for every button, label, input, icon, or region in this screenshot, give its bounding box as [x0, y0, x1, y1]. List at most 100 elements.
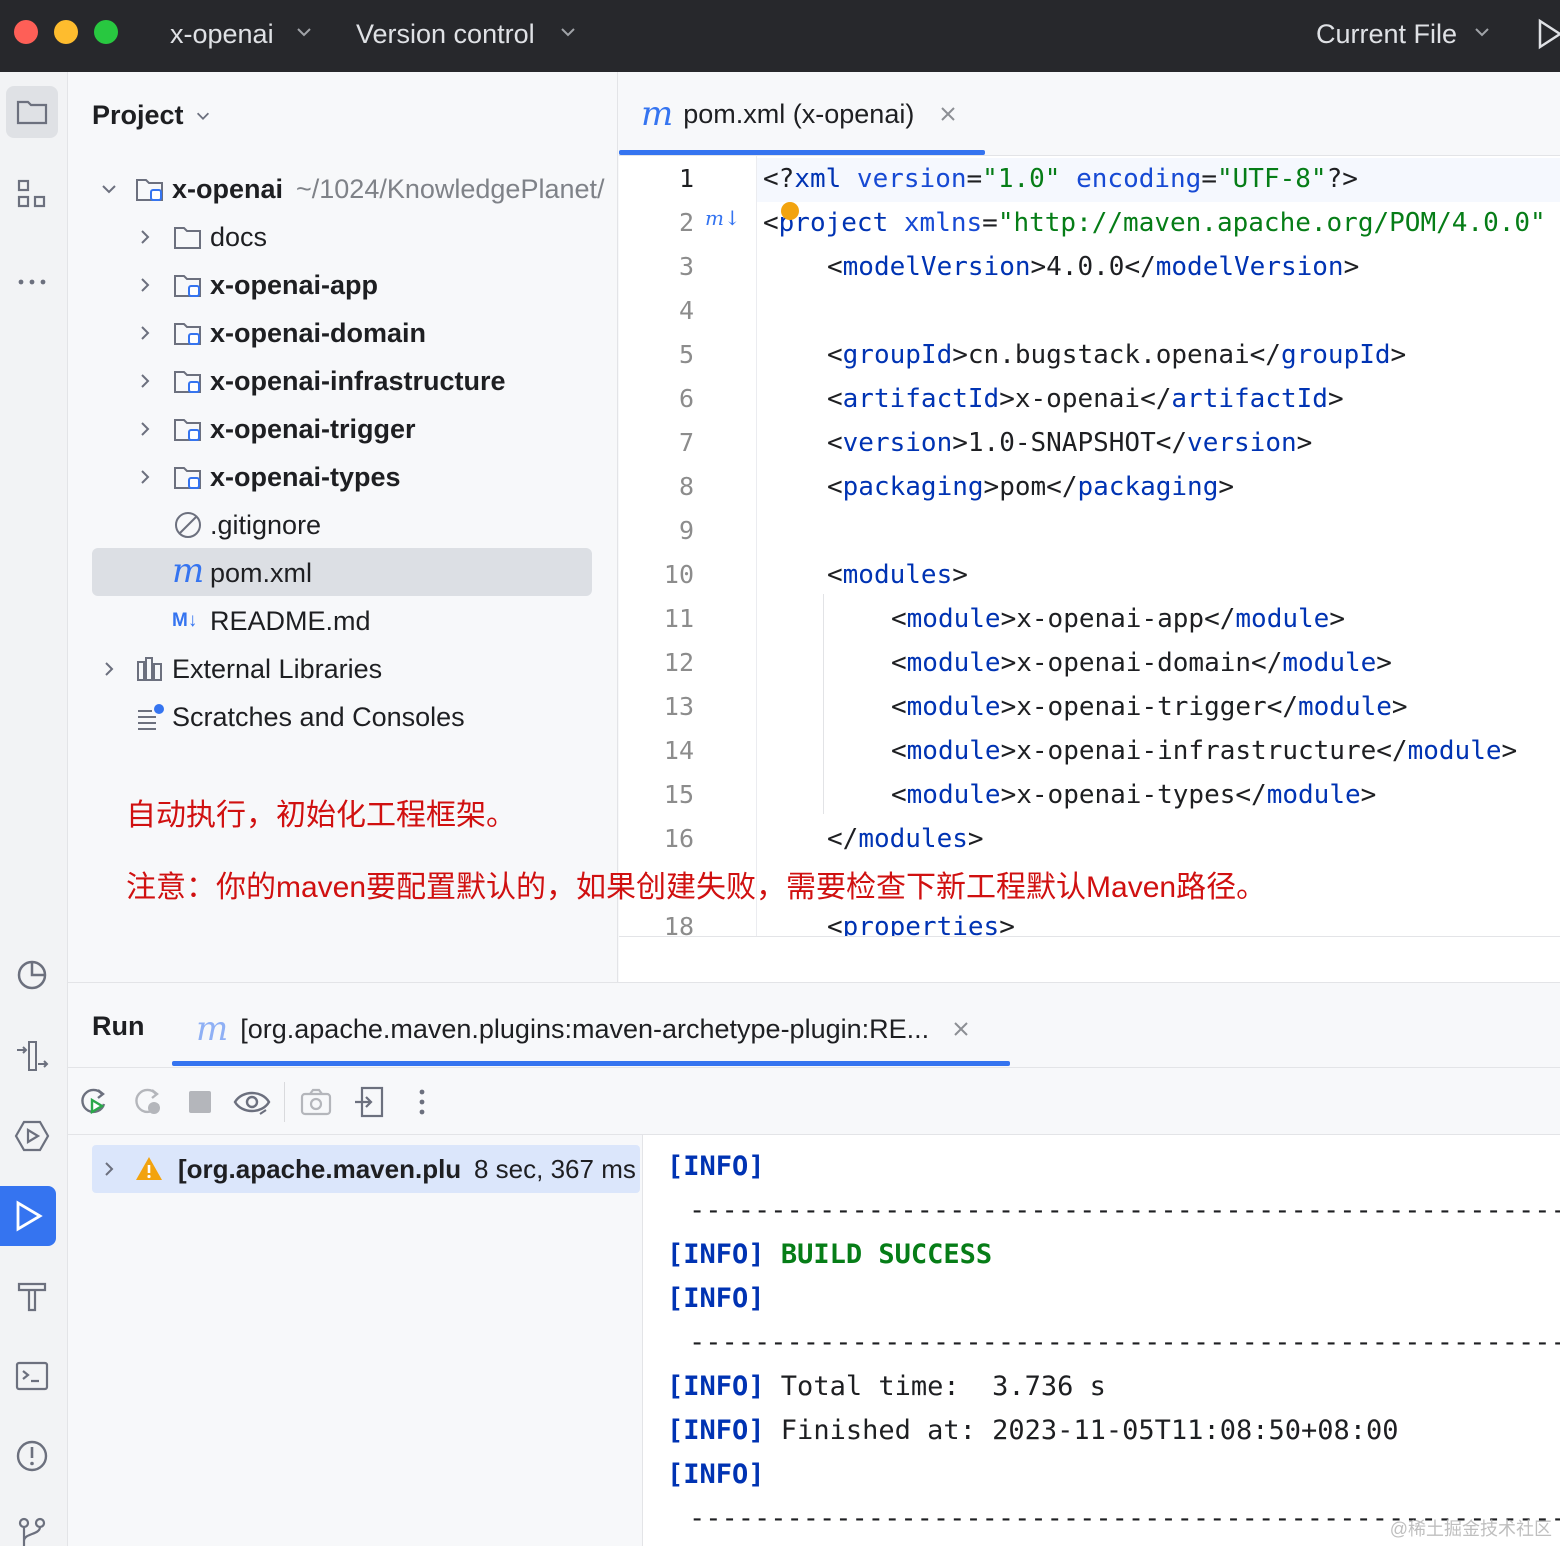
code-line-11: <module>x-openai-app</module>	[891, 604, 1345, 634]
tree-item-x-openai-trigger[interactable]: x-openai-trigger	[68, 405, 618, 453]
watermark: @稀土掘金技术社区	[1389, 1519, 1552, 1539]
tree-item-label: docs	[210, 221, 268, 252]
close-icon[interactable]	[938, 104, 958, 124]
build-tool-button[interactable]	[6, 1270, 58, 1322]
chevron-down-icon	[1475, 28, 1489, 37]
annotation-note-1: 自动执行，初始化工程框架。	[126, 799, 516, 832]
maven-gutter-icon[interactable]: m↓	[705, 206, 741, 230]
tree-item-x-openai-infrastructure[interactable]: x-openai-infrastructure	[68, 357, 618, 405]
line-number: 2	[678, 208, 694, 237]
tree-item-label: x-openai-app	[210, 269, 379, 300]
maven-icon: m	[641, 94, 674, 134]
editor-bottom-border	[619, 936, 1560, 937]
console-line: [INFO]	[667, 1459, 765, 1490]
project-panel: Project x-openai ~/1024/KnowledgePlanet/…	[68, 72, 618, 982]
profiler-tool-button[interactable]	[6, 948, 58, 1000]
annotation-note-2: 注意：你的maven要配置默认的，如果创建失败，需要检查下新工程默认Maven路…	[126, 871, 1267, 904]
run-tab[interactable]: m [org.apache.maven.plugins:maven-archet…	[196, 1009, 971, 1049]
tree-item-x-openai-types[interactable]: x-openai-types	[68, 453, 618, 501]
endpoints-icon	[17, 1041, 49, 1071]
code-line-6: <artifactId>x-openai</artifactId>	[827, 384, 1344, 414]
module-folder-icon	[174, 467, 201, 489]
import-icon[interactable]	[352, 1084, 388, 1120]
tree-item-label: pom.xml	[210, 557, 313, 588]
tree-item-external-libraries[interactable]: External Libraries	[68, 645, 618, 693]
line-number: 10	[663, 560, 694, 589]
console-line: [INFO] Total time: 3.736 s	[667, 1371, 1106, 1402]
run-tree-item[interactable]: [org.apache.maven.plu 8 sec, 367 ms	[92, 1145, 640, 1193]
eye-icon[interactable]	[232, 1084, 272, 1120]
library-icon	[137, 657, 162, 681]
tree-item-pom-xml[interactable]: m pom.xml	[68, 549, 618, 597]
minimize-window-button[interactable]	[54, 20, 78, 44]
line-number: 6	[678, 384, 694, 413]
intention-bulb-icon[interactable]	[781, 202, 799, 220]
run-icon[interactable]	[1536, 18, 1560, 50]
console-output[interactable]: [INFO] ---------------------------------…	[642, 1135, 1560, 1546]
line-number: 8	[678, 472, 694, 501]
more-icon	[18, 279, 46, 285]
structure-tool-button[interactable]	[6, 168, 58, 220]
toolbar-separator	[284, 1082, 285, 1122]
console-line: [INFO]	[667, 1151, 765, 1182]
version-control-menu[interactable]: Version control	[356, 16, 535, 52]
tree-item-scratches[interactable]: Scratches and Consoles	[68, 693, 618, 741]
line-number: 7	[678, 428, 694, 457]
maven-icon: m	[172, 551, 205, 591]
rerun-icon[interactable]	[76, 1084, 112, 1120]
more-tools-button[interactable]	[6, 248, 58, 300]
close-icon[interactable]	[951, 1019, 971, 1039]
module-folder-icon	[174, 419, 201, 441]
code-line-13: <module>x-openai-trigger</module>	[891, 692, 1408, 722]
run-tool-button[interactable]	[0, 1186, 56, 1246]
maven-icon: m	[196, 1009, 229, 1049]
title-bar: x-openai Version control Current File	[0, 0, 1560, 72]
code-line-12: <module>x-openai-domain</module>	[891, 648, 1392, 678]
tree-item-x-openai-domain[interactable]: x-openai-domain	[68, 309, 618, 357]
code-line-1: <?xml version="1.0" encoding="UTF-8"?>	[763, 164, 1358, 194]
camera-icon[interactable]	[298, 1084, 334, 1120]
tree-item-root[interactable]: x-openai ~/1024/KnowledgePlanet/	[68, 165, 618, 213]
project-tool-button[interactable]	[6, 86, 58, 138]
problems-tool-button[interactable]	[6, 1430, 58, 1482]
scratches-icon	[138, 704, 164, 730]
chevron-down-icon	[196, 112, 209, 120]
run-tab-label: [org.apache.maven.plugins:maven-archetyp…	[240, 1013, 930, 1044]
run-tree-label: [org.apache.maven.plu	[178, 1153, 462, 1184]
close-window-button[interactable]	[14, 20, 38, 44]
module-folder-icon	[174, 275, 201, 297]
rerun-failed-icon[interactable]	[130, 1084, 166, 1120]
tree-item-readme[interactable]: M↓ README.md	[68, 597, 618, 645]
endpoints-tool-button[interactable]	[6, 1030, 58, 1082]
line-number: 13	[663, 692, 694, 721]
tree-item-label: x-openai-trigger	[210, 413, 416, 444]
project-view-selector[interactable]: Project	[92, 100, 212, 131]
git-tool-button[interactable]	[6, 1506, 58, 1546]
tree-item-gitignore[interactable]: .gitignore	[68, 501, 618, 549]
services-tool-button[interactable]	[6, 1110, 58, 1162]
code-line-7: <version>1.0-SNAPSHOT</version>	[827, 428, 1313, 458]
line-number: 14	[663, 736, 694, 765]
module-folder-icon	[174, 371, 201, 393]
tree-item-label: README.md	[210, 605, 371, 636]
project-switcher[interactable]: x-openai	[170, 16, 274, 52]
active-tab-indicator	[172, 1061, 1010, 1066]
line-number: 5	[678, 340, 694, 369]
more-vertical-icon[interactable]	[404, 1084, 440, 1120]
zoom-window-button[interactable]	[94, 20, 118, 44]
terminal-tool-button[interactable]	[6, 1350, 58, 1402]
tree-item-x-openai-app[interactable]: x-openai-app	[68, 261, 618, 309]
tree-item-label: Scratches and Consoles	[172, 701, 465, 732]
tool-window-bar	[0, 72, 68, 1546]
run-panel-title: Run	[92, 1011, 145, 1041]
tree-item-docs[interactable]: docs	[68, 213, 618, 261]
code-line-14: <module>x-openai-infrastructure</module>	[891, 736, 1518, 766]
run-configuration-selector[interactable]: Current File	[1316, 16, 1457, 52]
run-panel: Run m [org.apache.maven.plugins:maven-ar…	[68, 982, 1560, 1546]
stop-icon[interactable]	[182, 1084, 218, 1120]
folder-icon	[174, 227, 201, 249]
line-number: 3	[678, 252, 694, 281]
editor-tab-pom[interactable]: m pom.xml (x-openai)	[641, 94, 958, 134]
line-number: 15	[663, 780, 694, 809]
code-line-18: <properties>	[827, 912, 1015, 936]
